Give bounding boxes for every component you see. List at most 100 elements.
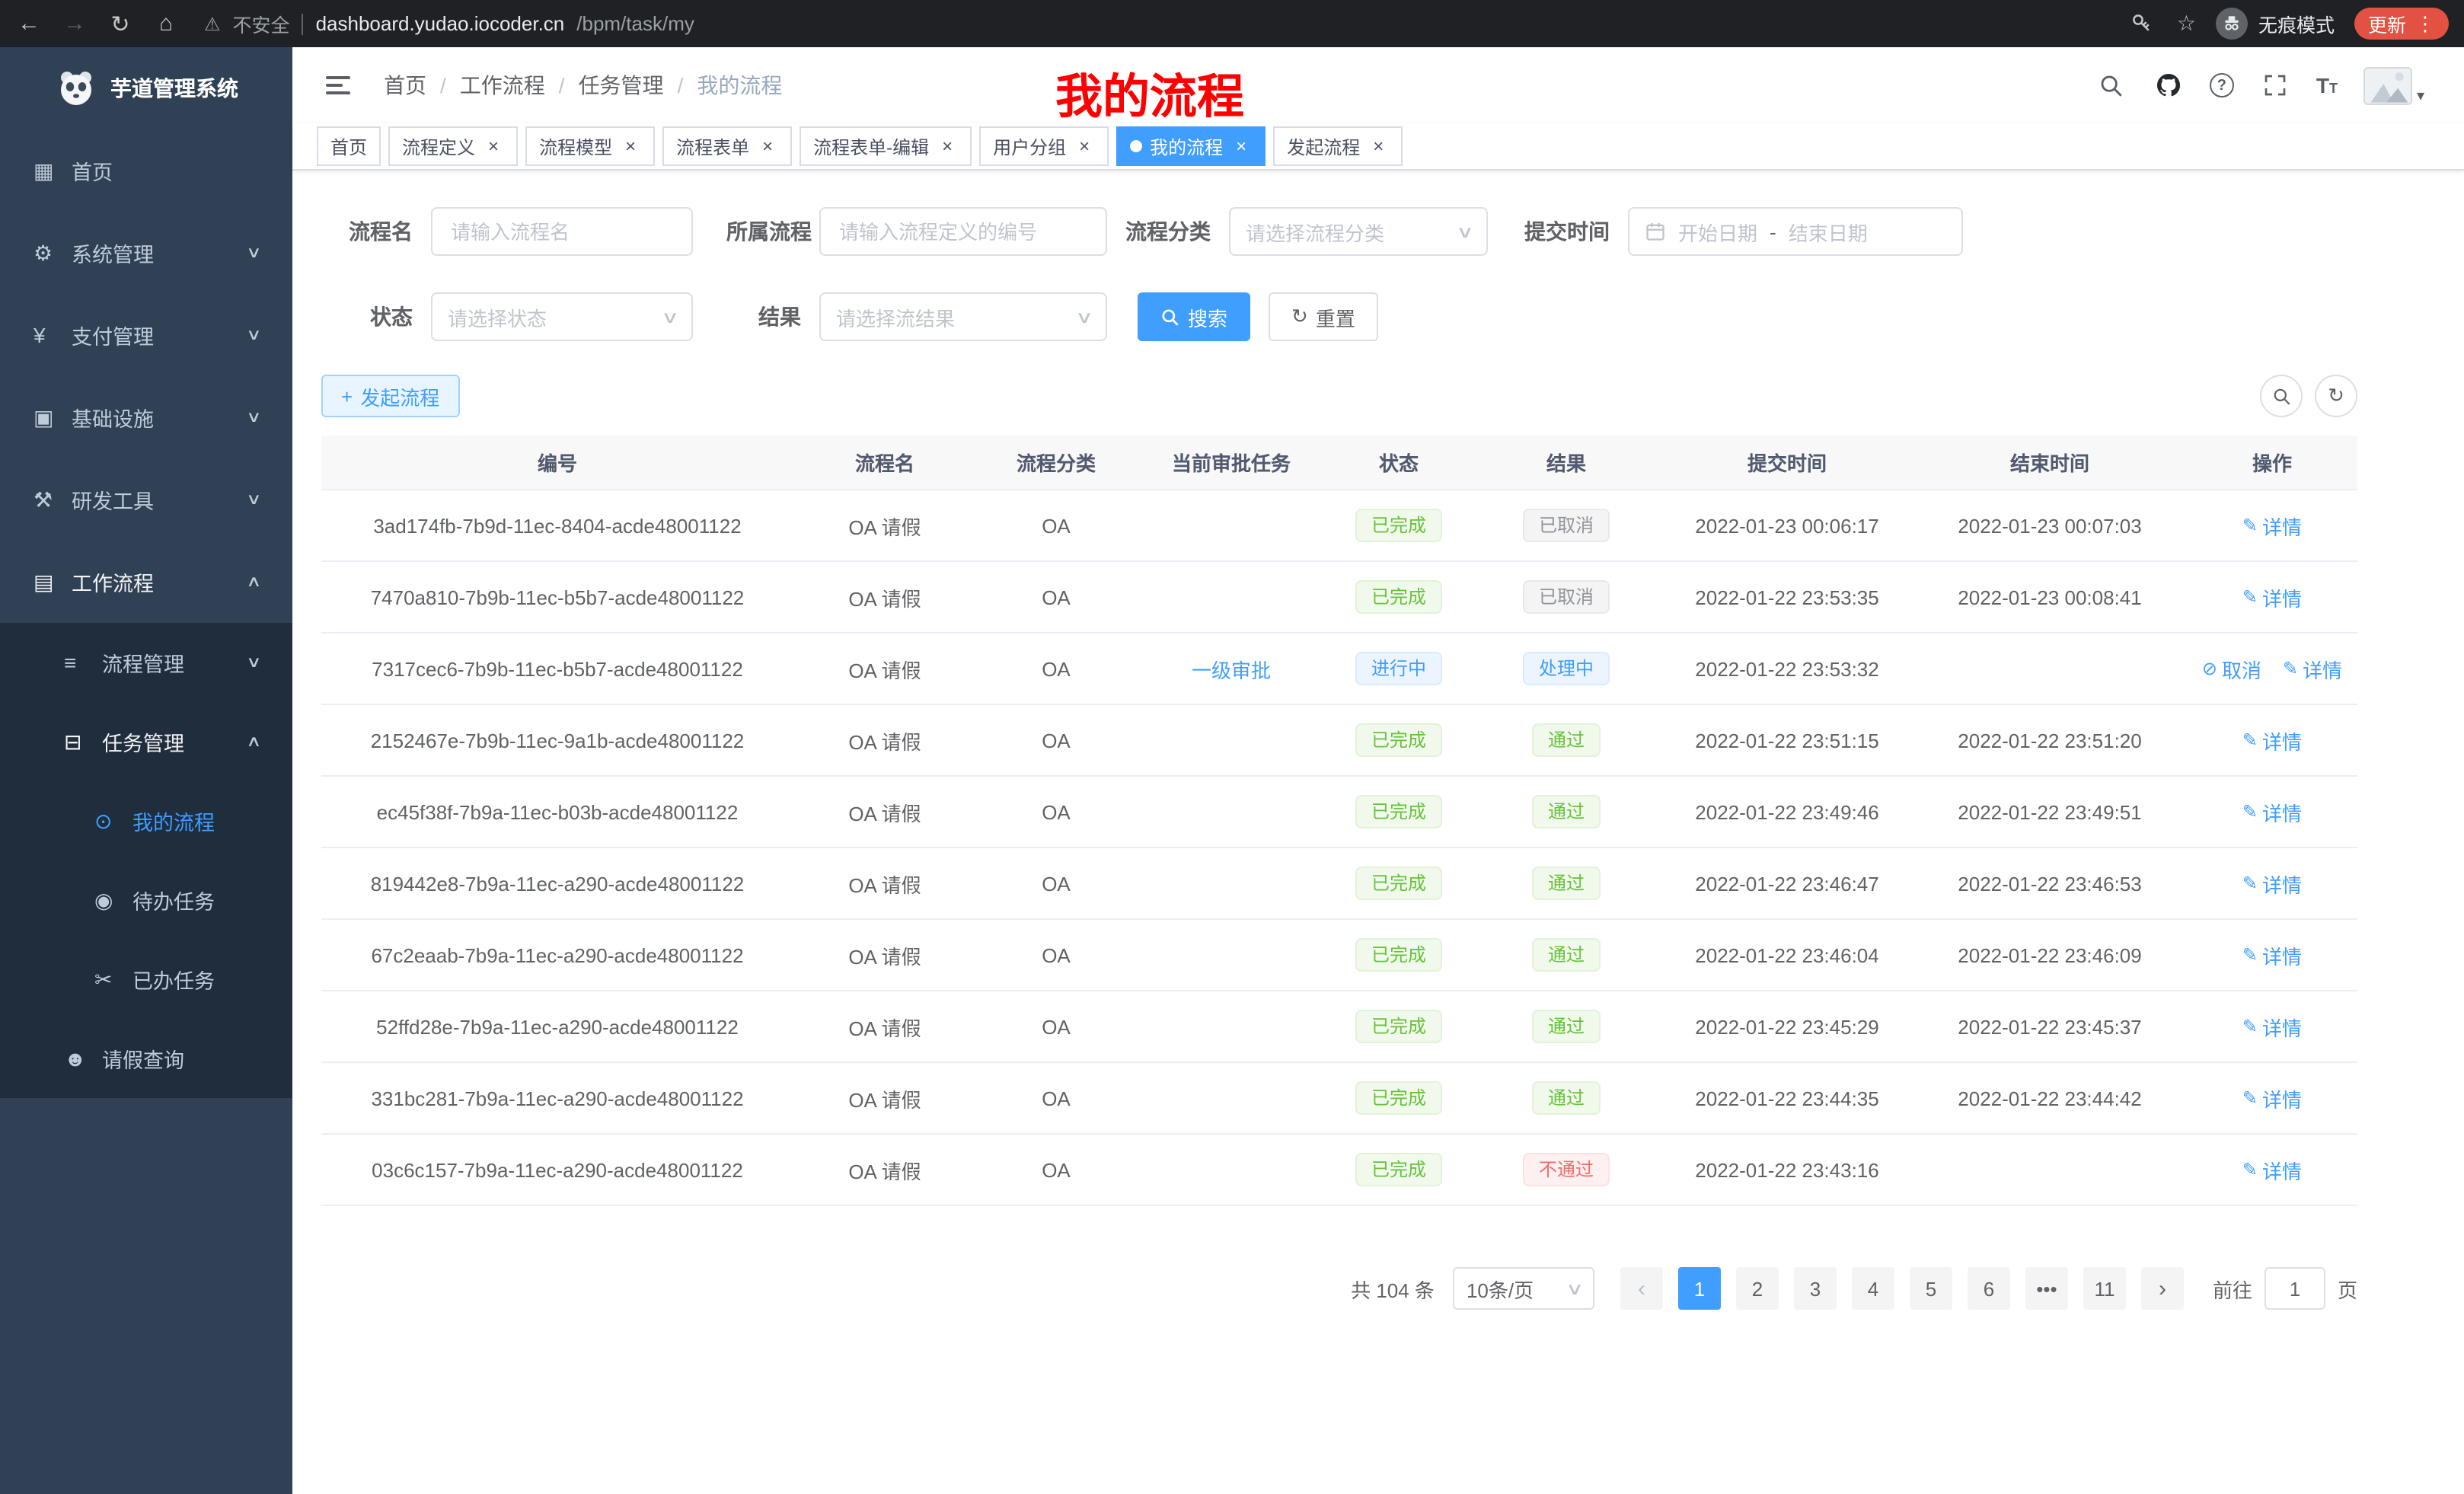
- sidebar-item-dev-tools[interactable]: ⚒研发工具∨: [0, 458, 292, 541]
- status-select[interactable]: 请选择状态 ∨: [431, 292, 693, 341]
- home-icon[interactable]: ⌂: [152, 11, 180, 37]
- pager-page-11[interactable]: 11: [2083, 1267, 2126, 1310]
- row-id: 03c6c157-7b9a-11ec-a290-acde48001122: [321, 1158, 793, 1181]
- pager-page-6[interactable]: 6: [1968, 1267, 2010, 1310]
- sidebar-item-infrastructure[interactable]: ▣基础设施∨: [0, 376, 292, 458]
- detail-button[interactable]: ✎详情: [2242, 869, 2302, 898]
- browser-menu-icon[interactable]: ⋮: [2415, 11, 2435, 36]
- goto-page-input[interactable]: [2265, 1267, 2325, 1310]
- task-link[interactable]: 一级审批: [1192, 659, 1271, 682]
- close-icon[interactable]: ×: [1230, 136, 1252, 157]
- status-tag: 已完成: [1356, 795, 1441, 828]
- collapse-sidebar-icon[interactable]: [326, 70, 356, 101]
- sidebar-menu: ▦首页⚙系统管理∨¥支付管理∨▣基础设施∨⚒研发工具∨▤工作流程∧≡流程管理∨⊟…: [0, 129, 292, 1098]
- breadcrumb-item[interactable]: 工作流程: [460, 70, 545, 101]
- navbar-actions: ? TT ▾: [2097, 66, 2443, 104]
- sidebar-item-home[interactable]: ▦首页: [0, 129, 292, 212]
- date-range-picker[interactable]: 开始日期 - 结束日期: [1628, 207, 1963, 256]
- reset-button[interactable]: ↻ 重置: [1269, 292, 1378, 341]
- tab-label: 发起流程: [1287, 133, 1360, 159]
- refresh-table-icon[interactable]: ↻: [2315, 375, 2357, 417]
- help-icon[interactable]: ?: [2210, 73, 2234, 97]
- prev-page-button[interactable]: ‹: [1620, 1267, 1663, 1310]
- detail-button[interactable]: ✎详情: [2242, 1012, 2302, 1041]
- sidebar-item-leave-query[interactable]: ☻请假查询: [0, 1019, 292, 1098]
- sidebar-item-workflow[interactable]: ▤工作流程∧: [0, 541, 292, 623]
- sidebar-logo-row[interactable]: 芋道管理系统: [0, 47, 292, 129]
- pager-page-2[interactable]: 2: [1736, 1267, 1779, 1310]
- detail-button[interactable]: ✎详情: [2242, 726, 2302, 755]
- page-size-select[interactable]: 10条/页 ∨: [1453, 1267, 1594, 1310]
- tab-process-definition[interactable]: 流程定义×: [388, 126, 518, 166]
- close-icon[interactable]: ×: [1074, 136, 1095, 157]
- row-status: 已完成: [1326, 580, 1471, 614]
- next-page-button[interactable]: ›: [2141, 1267, 2184, 1310]
- incognito-chip[interactable]: 无痕模式: [2216, 8, 2335, 40]
- category-select[interactable]: 请选择流程分类 ∨: [1229, 207, 1488, 256]
- result-tag: 通过: [1533, 723, 1600, 757]
- result-select[interactable]: 请选择流结果 ∨: [819, 292, 1107, 341]
- back-icon[interactable]: ←: [15, 11, 43, 37]
- tab-process-model[interactable]: 流程模型 ×: [525, 126, 655, 166]
- close-icon[interactable]: ×: [483, 136, 504, 157]
- edit-icon: ✎: [2242, 1159, 2258, 1180]
- bookmark-star-icon[interactable]: ☆: [2177, 11, 2196, 37]
- user-menu[interactable]: ▾: [2363, 66, 2424, 104]
- detail-button[interactable]: ✎详情: [2242, 1155, 2302, 1184]
- detail-button[interactable]: ✎详情: [2242, 511, 2302, 540]
- pager-page-4[interactable]: 4: [1852, 1267, 1894, 1310]
- tab-process-form-edit[interactable]: 流程表单-编辑×: [800, 126, 972, 166]
- tab-home[interactable]: 首页: [317, 126, 381, 166]
- detail-button[interactable]: ✎详情: [2242, 1084, 2302, 1113]
- sidebar-item-done-tasks[interactable]: ✂已办任务: [0, 940, 292, 1019]
- close-icon[interactable]: ×: [1368, 136, 1389, 157]
- sidebar-item-process-mgmt[interactable]: ≡流程管理∨: [0, 623, 292, 702]
- search-icon[interactable]: [2097, 70, 2127, 101]
- row-result: 通过: [1471, 1010, 1661, 1043]
- row-id: 331bc281-7b9a-11ec-a290-acde48001122: [321, 1087, 793, 1109]
- detail-button[interactable]: ✎详情: [2242, 940, 2302, 969]
- pager-page-5[interactable]: 5: [1910, 1267, 1952, 1310]
- chevron-down-icon: ∨: [1566, 1279, 1584, 1298]
- font-size-icon[interactable]: TT: [2316, 73, 2338, 97]
- tab-start-process[interactable]: 发起流程 ×: [1273, 126, 1403, 166]
- key-icon[interactable]: [2127, 8, 2157, 39]
- column-header: 当前审批任务: [1136, 448, 1326, 477]
- breadcrumb-item[interactable]: 首页: [384, 70, 426, 101]
- github-icon[interactable]: [2153, 70, 2184, 101]
- forward-icon[interactable]: →: [61, 11, 88, 37]
- address-bar[interactable]: ⚠ 不安全 dashboard.yudao.iocoder.cn/bpm/tas…: [204, 9, 694, 38]
- cancel-button[interactable]: ⊘取消: [2202, 654, 2261, 683]
- update-button[interactable]: 更新 ⋮: [2354, 8, 2449, 40]
- detail-button[interactable]: ✎详情: [2283, 654, 2342, 683]
- close-icon[interactable]: ×: [937, 136, 958, 157]
- tab-user-group[interactable]: 用户分组×: [979, 126, 1109, 166]
- sidebar-item-system[interactable]: ⚙系统管理∨: [0, 212, 292, 294]
- sidebar-item-my-process[interactable]: ⊙我的流程: [0, 781, 292, 860]
- tab-label: 流程模型: [539, 133, 612, 159]
- pager-page-1[interactable]: 1: [1678, 1267, 1721, 1310]
- sidebar-item-task-mgmt[interactable]: ⊟任务管理∧: [0, 702, 292, 781]
- create-process-button[interactable]: + 发起流程: [321, 375, 459, 417]
- sidebar-item-payment[interactable]: ¥支付管理∨: [0, 294, 292, 376]
- sidebar-item-todo-tasks[interactable]: ◉待办任务: [0, 860, 292, 940]
- column-header: 编号: [321, 448, 793, 477]
- close-icon[interactable]: ×: [620, 136, 641, 157]
- process-def-input[interactable]: [819, 207, 1107, 256]
- process-name-input[interactable]: [431, 207, 693, 256]
- detail-button[interactable]: ✎详情: [2242, 797, 2302, 826]
- row-end-time: 2022-01-22 23:46:09: [1913, 943, 2187, 966]
- search-button[interactable]: 搜索: [1138, 292, 1250, 341]
- tab-my-process[interactable]: 我的流程×: [1116, 126, 1266, 166]
- pager-page-3[interactable]: 3: [1794, 1267, 1837, 1310]
- close-icon[interactable]: ×: [757, 136, 778, 157]
- my-process-icon: ⊙: [94, 808, 128, 834]
- tab-process-form[interactable]: 流程表单×: [662, 126, 792, 166]
- toggle-search-icon[interactable]: [2260, 375, 2303, 417]
- detail-button[interactable]: ✎详情: [2242, 583, 2302, 611]
- row-end-time: 2022-01-22 23:46:53: [1913, 872, 2187, 895]
- reload-icon[interactable]: ↻: [107, 10, 134, 37]
- breadcrumb-item[interactable]: 任务管理: [579, 70, 664, 101]
- fullscreen-icon[interactable]: [2260, 70, 2290, 101]
- row-actions: ✎详情: [2187, 797, 2357, 826]
